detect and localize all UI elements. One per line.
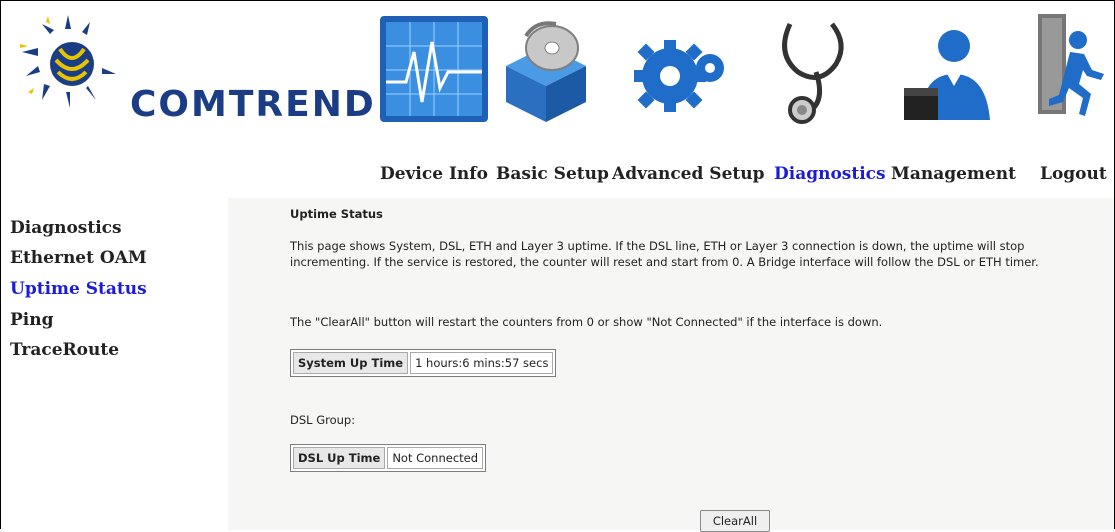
stethoscope-icon[interactable] [772,14,868,124]
dsl-uptime-value: Not Connected [387,447,484,469]
heartbeat-monitor-icon[interactable] [376,12,492,126]
sidebar-item-uptime-status[interactable]: Uptime Status [10,279,147,299]
nav-device-info[interactable]: Device Info [380,164,488,184]
brand-wordmark: COMTREND [130,84,376,125]
logo-burst-icon [20,15,116,108]
user-icon[interactable] [898,24,998,126]
sidebar-item-diagnostics[interactable]: Diagnostics [10,218,122,238]
dsl-group-label: DSL Group: [290,413,356,427]
system-uptime-table: System Up Time 1 hours:6 mins:57 secs [290,349,557,377]
nav-logout[interactable]: Logout [1040,164,1107,184]
page-description: This page shows System, DSL, ETH and Lay… [290,239,1039,269]
nav-management[interactable]: Management [891,164,1016,184]
dsl-uptime-table: DSL Up Time Not Connected [290,444,487,472]
nav-diagnostics[interactable]: Diagnostics [774,164,886,184]
clear-all-button[interactable]: ClearAll [700,510,770,532]
sidebar-item-ping[interactable]: Ping [10,310,54,330]
system-uptime-label: System Up Time [293,352,409,374]
sidebar-item-ethernet-oam[interactable]: Ethernet OAM [10,248,147,268]
clearall-note: The "ClearAll" button will restart the c… [290,315,883,329]
comtrend-logo: COMTREND [10,4,380,154]
disc-box-icon[interactable] [496,16,596,126]
gears-icon[interactable] [628,22,732,122]
system-uptime-value: 1 hours:6 mins:57 secs [410,352,554,374]
dsl-uptime-label: DSL Up Time [293,447,386,469]
page-title: Uptime Status [290,207,383,221]
exit-door-icon[interactable] [1030,10,1112,122]
sidebar-item-traceroute[interactable]: TraceRoute [10,340,119,360]
nav-advanced-setup[interactable]: Advanced Setup [612,164,765,184]
nav-basic-setup[interactable]: Basic Setup [496,164,609,184]
main-content: Uptime Status This page shows System, DS… [228,198,1114,532]
